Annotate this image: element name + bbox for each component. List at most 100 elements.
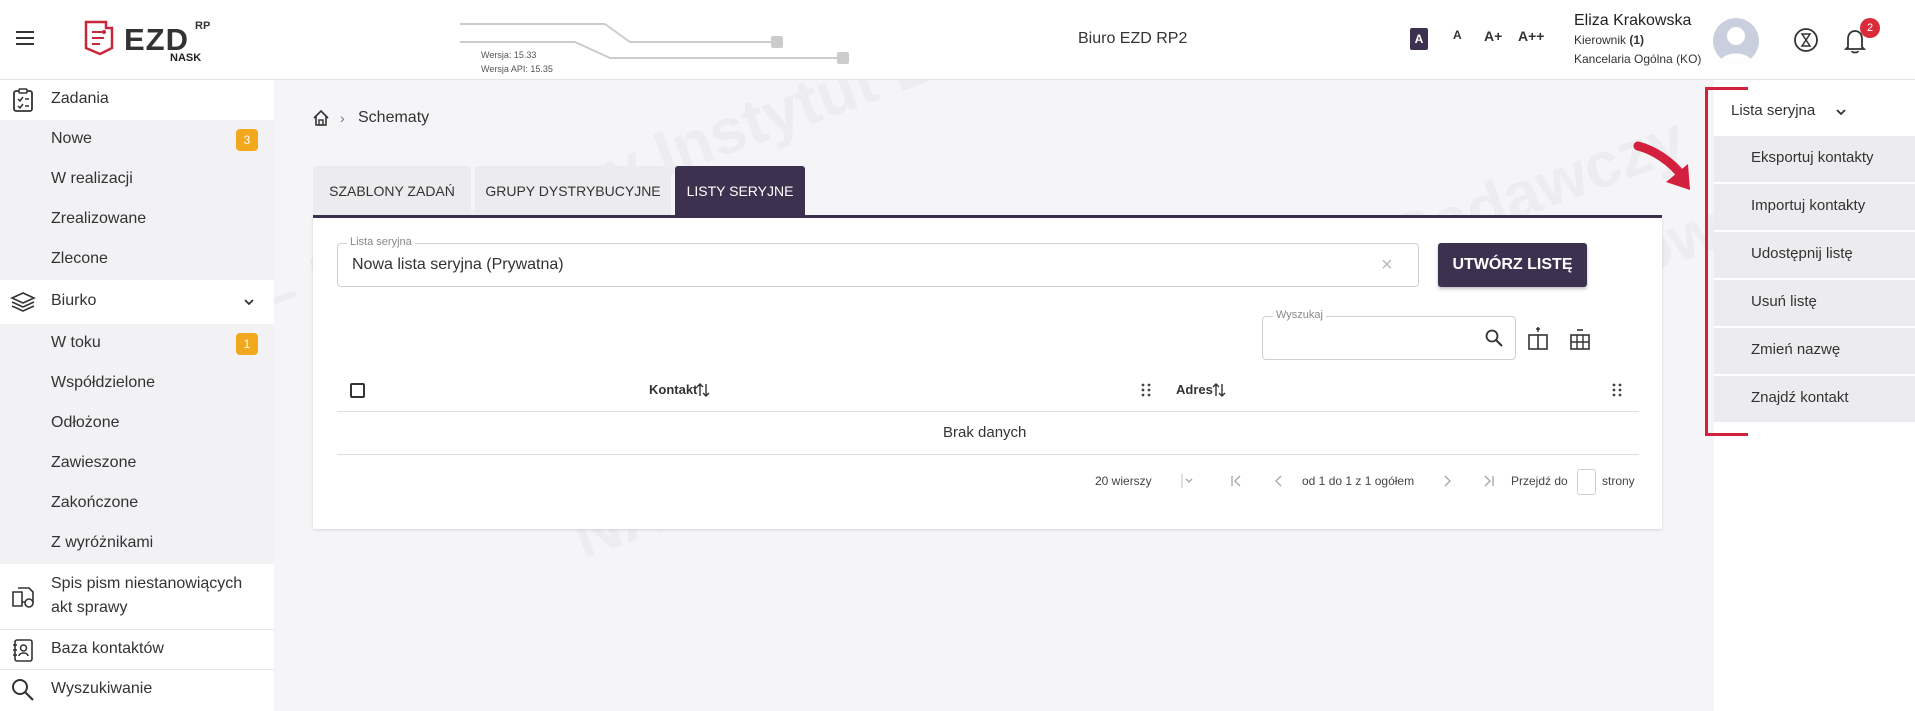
rows-per-page[interactable]: 20 wierszy <box>1095 474 1152 488</box>
user-unit: Kancelaria Ogólna (KO) <box>1574 52 1702 66</box>
first-page-icon[interactable] <box>1229 474 1243 488</box>
sidebar-item-label: Odłożone <box>51 414 120 431</box>
sidebar-item-label-line1: Spis pism niestanowiących <box>51 575 243 592</box>
sort-icon[interactable] <box>696 382 710 398</box>
next-page-icon[interactable] <box>1440 474 1454 488</box>
font-size-default-button[interactable]: A <box>1410 28 1428 50</box>
sidebar-item-zadania[interactable]: Zadania <box>0 80 274 120</box>
tab-szablony-zadan[interactable]: SZABLONY ZADAŃ <box>313 166 471 216</box>
drag-handle-icon[interactable] <box>1141 382 1151 398</box>
sidebar-item-label: Nowe <box>51 130 92 147</box>
remove-column-icon[interactable] <box>1568 327 1592 351</box>
sidebar-item-label: Zakończone <box>51 494 139 511</box>
clipboard-icon <box>13 88 33 112</box>
user-role-label: Kierownik <box>1574 33 1630 47</box>
office-name: Biuro EZD RP2 <box>1078 30 1188 47</box>
menu-item-label: Zmień nazwę <box>1751 341 1841 358</box>
count-badge: 3 <box>236 129 258 151</box>
sidebar-item-label: Zawieszone <box>51 454 137 471</box>
sidebar-item-wspoldzielone[interactable]: Współdzielone <box>0 364 274 404</box>
search-label: Wyszukaj <box>1273 309 1326 321</box>
count-badge: 1 <box>236 333 258 355</box>
pagination-range: od 1 do 1 z 1 ogółem <box>1302 474 1415 488</box>
sidebar-item-label: Zadania <box>51 90 109 107</box>
font-size-xlarge-button[interactable]: A++ <box>1518 28 1544 50</box>
sidebar-item-odlozone[interactable]: Odłożone <box>0 404 274 444</box>
layers-icon <box>10 292 36 312</box>
sidebar-item-zawieszone[interactable]: Zawieszone <box>0 444 274 484</box>
list-select-label: Lista seryjna <box>347 236 415 248</box>
sidebar-item-z-wyroznikami[interactable]: Z wyróżnikami <box>0 524 274 564</box>
select-all-checkbox[interactable] <box>350 383 365 398</box>
search-input[interactable] <box>1262 316 1516 360</box>
chevron-down-icon[interactable] <box>1835 106 1847 118</box>
sort-icon[interactable] <box>1212 382 1226 398</box>
logo-emblem-icon <box>84 20 114 56</box>
tab-listy-seryjne[interactable]: LISTY SERYJNE <box>675 166 805 216</box>
tab-grupy-dystrybucyjne[interactable]: GRUPY DYSTRYBUCYJNE <box>475 166 671 216</box>
api-version-label: Wersja API: 15.35 <box>481 64 553 74</box>
documents-icon <box>12 587 34 608</box>
sidebar-item-biurko[interactable]: Biurko <box>0 280 274 324</box>
menu-item-label: Udostępnij listę <box>1751 245 1853 262</box>
menu-item-label: Eksportuj kontakty <box>1751 149 1874 166</box>
hourglass-icon[interactable] <box>1793 27 1819 53</box>
user-avatar-icon <box>1719 27 1753 64</box>
sidebar-item-label: Zlecone <box>51 250 108 267</box>
sidebar-item-zakonczone[interactable]: Zakończone <box>0 484 274 524</box>
list-select-value[interactable]: Nowa lista seryjna (Prywatna) <box>352 256 564 274</box>
search-icon[interactable] <box>1484 328 1504 348</box>
font-size-small-button[interactable]: A <box>1453 28 1462 50</box>
create-list-button[interactable]: UTWÓRZ LISTĘ <box>1438 243 1587 287</box>
clear-icon[interactable]: × <box>1381 254 1393 277</box>
sidebar-item-zlecone[interactable]: Zlecone <box>0 240 274 280</box>
last-page-icon[interactable] <box>1482 474 1496 488</box>
goto-page-input[interactable] <box>1577 469 1596 495</box>
column-header-adres[interactable]: Adres <box>1176 382 1213 397</box>
highlight-bracket <box>1705 87 1748 436</box>
menu-icon[interactable] <box>16 31 34 47</box>
sidebar-item-w-toku[interactable]: W toku 1 <box>0 324 274 364</box>
menu-item-label: Znajdź kontakt <box>1751 389 1849 406</box>
font-size-large-button[interactable]: A+ <box>1484 28 1502 50</box>
previous-page-icon[interactable] <box>1272 474 1286 488</box>
user-role: Kierownik (1) <box>1574 33 1644 47</box>
chevron-down-icon[interactable] <box>242 295 256 309</box>
add-column-icon[interactable] <box>1526 327 1550 351</box>
sidebar-item-label: Z wyróżnikami <box>51 534 154 551</box>
menu-item-label: Importuj kontakty <box>1751 197 1866 214</box>
sidebar-item-wyszukiwanie[interactable]: Wyszukiwanie <box>0 670 274 711</box>
drag-handle-icon[interactable] <box>1612 382 1622 398</box>
user-name: Eliza Krakowska <box>1574 12 1692 29</box>
chevron-down-icon[interactable] <box>1180 474 1194 488</box>
breadcrumb-current: Schematy <box>358 109 430 126</box>
goto-page-label: Przejdź do <box>1511 474 1568 488</box>
sidebar-item-baza-kontaktow[interactable]: Baza kontaktów <box>0 630 274 670</box>
contacts-book-icon <box>13 639 33 662</box>
sidebar-item-label: Zrealizowane <box>51 210 147 227</box>
sidebar-item-w-realizacji[interactable]: W realizacji <box>0 160 274 200</box>
sidebar-item-label: Biurko <box>51 292 97 309</box>
sidebar-item-zrealizowane[interactable]: Zrealizowane <box>0 200 274 240</box>
user-role-count: (1) <box>1629 33 1645 47</box>
avatar[interactable] <box>1713 18 1759 64</box>
sidebar-item-nowe[interactable]: Nowe 3 <box>0 120 274 160</box>
logo-org: NASK <box>170 52 202 64</box>
search-icon <box>12 679 34 701</box>
sidebar-item-label: Baza kontaktów <box>51 640 164 657</box>
sidebar: Zadania Nowe 3 W realizacji Zrealizowane… <box>0 80 274 711</box>
home-icon[interactable] <box>312 109 330 127</box>
sidebar-item-label-line2: akt sprawy <box>51 599 128 616</box>
sidebar-item-spis-pism[interactable]: Spis pism niestanowiących akt sprawy <box>0 564 274 630</box>
table-header-row <box>337 372 1639 412</box>
menu-item-label: Usuń listę <box>1751 293 1817 310</box>
app-logo[interactable]: EZD RP NASK <box>80 16 220 66</box>
top-header: EZD RP NASK Wersja: 15.33 Wersja API: 15… <box>0 0 1915 80</box>
logo-superscript: RP <box>195 20 211 32</box>
sidebar-item-label: Spis pism niestanowiących akt sprawy <box>51 572 242 620</box>
sidebar-item-label: W toku <box>51 334 101 351</box>
sidebar-item-label: W realizacji <box>51 170 133 187</box>
column-header-kontakt[interactable]: Kontakt <box>649 382 697 397</box>
sidebar-item-label: Wyszukiwanie <box>51 680 153 697</box>
notification-badge: 2 <box>1860 18 1880 38</box>
